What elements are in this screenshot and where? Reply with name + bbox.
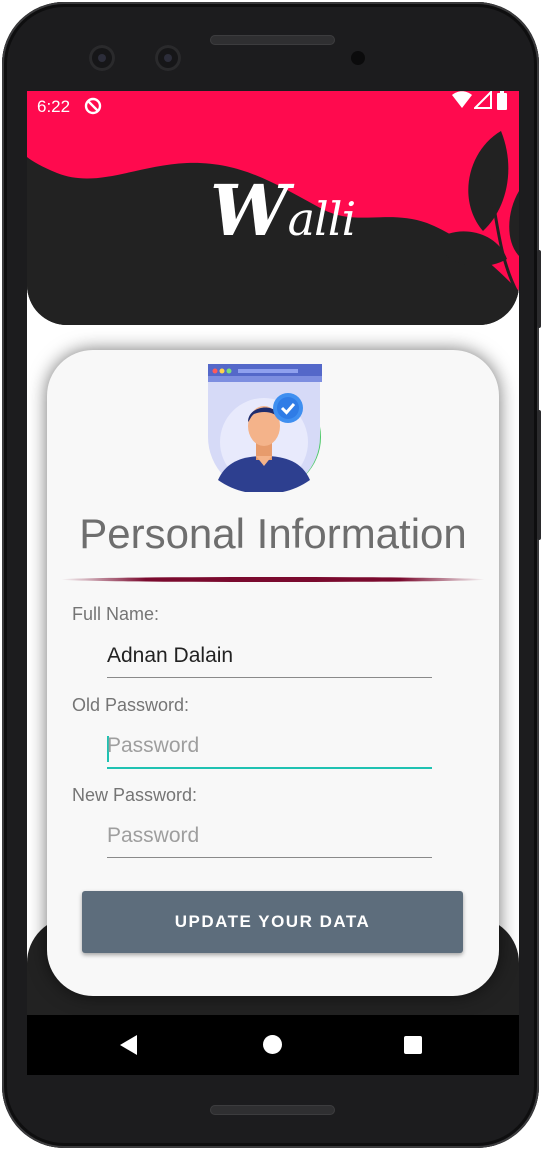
data-saver-icon	[84, 97, 102, 115]
header-banner: 6:22 Walli	[27, 91, 519, 325]
status-time: 6:22	[37, 97, 71, 116]
bottom-speaker	[210, 1105, 335, 1115]
recent-apps-icon[interactable]	[404, 1036, 422, 1054]
page-title: Personal Information	[79, 510, 467, 557]
full-name-field	[107, 637, 432, 678]
logo-text: alli	[287, 192, 357, 246]
home-icon[interactable]	[263, 1035, 282, 1054]
personal-info-card: Personal Information Full Name: Old Pass…	[47, 350, 499, 996]
full-name-input[interactable]	[107, 639, 432, 673]
update-data-button[interactable]: UPDATE YOUR DATA	[82, 891, 463, 953]
new-password-label: New Password:	[72, 785, 198, 805]
logo-initial: W	[210, 169, 289, 252]
battery-icon	[497, 91, 507, 110]
new-password-field	[107, 817, 432, 858]
front-sensor-icon	[155, 45, 181, 71]
old-password-field	[107, 727, 432, 769]
old-password-label: Old Password:	[72, 695, 190, 715]
navigation-bar	[27, 1015, 519, 1075]
top-speaker	[210, 35, 335, 45]
title-divider	[61, 577, 485, 582]
old-password-input[interactable]	[107, 729, 432, 763]
front-camera-icon	[89, 45, 115, 71]
volume-button	[537, 410, 541, 540]
phone-frame: 6:22 Walli Personal Information Full Nam…	[2, 2, 541, 1148]
full-name-label: Full Name:	[72, 604, 160, 624]
wifi-icon	[452, 91, 472, 108]
new-password-input[interactable]	[107, 819, 432, 853]
walli-logo: Walli	[210, 169, 357, 252]
signal-icon	[474, 91, 492, 109]
back-icon[interactable]	[120, 1035, 137, 1055]
proximity-sensor-icon	[351, 51, 365, 65]
profile-verified-illustration	[208, 364, 322, 492]
screen: 6:22 Walli Personal Information Full Nam…	[27, 91, 519, 1075]
power-button	[537, 250, 541, 328]
status-bar: 6:22	[27, 91, 519, 121]
